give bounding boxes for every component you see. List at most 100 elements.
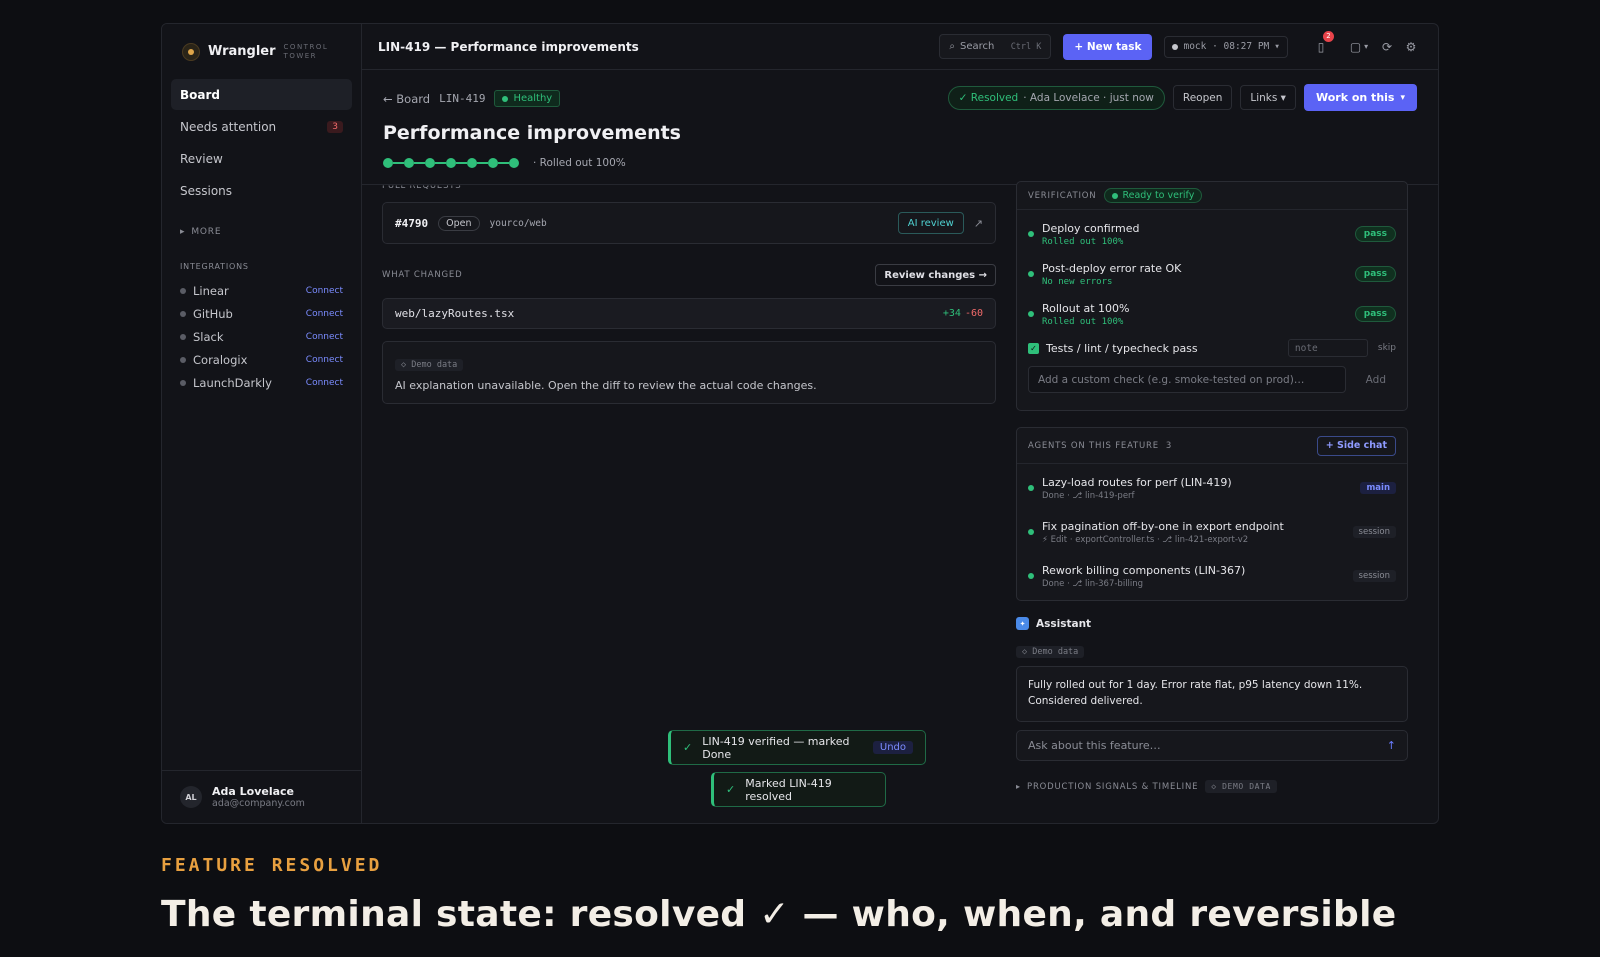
verification-panel: VERIFICATION Ready to verify Deploy conf…	[1016, 181, 1408, 411]
integration-coralogix: Coralogix Connect	[162, 348, 361, 371]
agent-tag: main	[1360, 482, 1396, 494]
connect-linear-link[interactable]: Connect	[306, 286, 343, 296]
sidebar-item-needs-attention[interactable]: Needs attention 3	[171, 111, 352, 142]
integration-linear: Linear Connect	[162, 279, 361, 302]
check-detail: Rolled out 100%	[1042, 316, 1124, 327]
check-title: Deploy confirmed	[1042, 221, 1140, 235]
feature-header: ← Board LIN-419 Healthy ✓ Resolved · Ada …	[362, 70, 1438, 185]
external-link-icon[interactable]: ↗	[974, 217, 983, 230]
integration-name: LaunchDarkly	[193, 375, 272, 390]
agent-tag: session	[1352, 526, 1396, 538]
main-panel: LIN-419 — Performance improvements ⌕ Sear…	[362, 24, 1438, 823]
status-dot-icon	[1028, 485, 1034, 491]
sidebar-item-label: Sessions	[180, 183, 233, 198]
demo-data-badge: ◇ Demo data	[395, 359, 464, 371]
search-shortcut: Ctrl K	[1010, 41, 1042, 52]
refresh-button[interactable]: ⟳	[1376, 36, 1398, 58]
status-dot-icon	[1028, 573, 1034, 579]
connect-github-link[interactable]: Connect	[306, 309, 343, 319]
integration-slack: Slack Connect	[162, 325, 361, 348]
review-changes-button[interactable]: Review changes →	[875, 264, 996, 286]
changed-file-row[interactable]: web/lazyRoutes.tsx +34 -60	[382, 298, 996, 329]
brand-subtitle: CONTROL TOWER	[283, 42, 329, 60]
custom-check-input[interactable]: Add a custom check (e.g. smoke-tested on…	[1028, 366, 1346, 393]
window-title: LIN-419 — Performance improvements	[378, 39, 639, 54]
production-signals-toggle[interactable]: ▸ PRODUCTION SIGNALS & TIMELINE ◇ DEMO D…	[1016, 780, 1408, 793]
agent-detail: ⚡ Edit · exportController.ts · ⎇ lin-421…	[1042, 534, 1249, 545]
ai-explanation-card: ◇ Demo data AI explanation unavailable. …	[382, 341, 996, 404]
sidebar-item-review[interactable]: Review	[171, 143, 352, 174]
breadcrumb: ← Board LIN-419 Healthy	[383, 90, 561, 107]
check-row: Deploy confirmed Rolled out 100% pass	[1017, 214, 1407, 254]
search-button[interactable]: ⌕ Search Ctrl K	[939, 34, 1052, 59]
agent-row[interactable]: Rework billing components (LIN-367) Done …	[1017, 554, 1407, 598]
agents-header: AGENTS ON THIS FEATURE 3 + Side chat	[1017, 428, 1407, 464]
status-dot-icon	[180, 333, 186, 340]
avatar: AL	[180, 786, 202, 808]
status-dot-icon	[180, 356, 186, 363]
user-email: ada@company.com	[212, 798, 305, 809]
refresh-icon: ⟳	[1381, 39, 1393, 54]
progress-connector	[456, 162, 467, 164]
assistant-header: ✦ Assistant	[1016, 617, 1408, 630]
brand: Wrangler CONTROL TOWER	[162, 24, 361, 79]
additions-count: +34	[942, 308, 961, 319]
back-to-board-link[interactable]: ← Board	[383, 92, 430, 106]
demo-data-badge: ◇ Demo data	[1016, 646, 1085, 658]
production-signals-label: PRODUCTION SIGNALS & TIMELINE	[1027, 781, 1199, 792]
settings-button[interactable]: ⚙	[1400, 36, 1422, 58]
checkbox-checked[interactable]: ✓	[1028, 342, 1039, 354]
ask-assistant-input[interactable]: Ask about this feature… ↑	[1016, 730, 1408, 761]
search-label: Search	[960, 41, 995, 52]
skip-link[interactable]: skip	[1378, 343, 1396, 353]
verification-header: VERIFICATION Ready to verify	[1017, 182, 1407, 210]
theme-toggle[interactable]: ▢ ▾	[1348, 36, 1370, 58]
connect-launchdarkly-link[interactable]: Connect	[306, 378, 343, 388]
notifications-button[interactable]: ▯ 2	[1310, 30, 1334, 58]
new-task-button[interactable]: + New task	[1063, 33, 1153, 60]
file-name: web/lazyRoutes.tsx	[395, 307, 515, 320]
sidebar-item-board[interactable]: Board	[171, 79, 352, 110]
caret-right-icon: ▸	[180, 227, 186, 237]
user-profile[interactable]: AL Ada Lovelace ada@company.com	[162, 770, 361, 823]
check-title: Post-deploy error rate OK	[1042, 261, 1182, 275]
toast-verified: ✓ LIN-419 verified — marked Done Undo	[668, 730, 926, 765]
status-dot-icon	[1028, 231, 1034, 237]
status-dot-icon	[1028, 311, 1034, 317]
agent-title: Lazy-load routes for perf (LIN-419)	[1042, 475, 1232, 489]
check-icon: ✓	[726, 783, 736, 796]
topbar: LIN-419 — Performance improvements ⌕ Sear…	[362, 24, 1438, 70]
brand-name: Wrangler	[208, 44, 276, 59]
pull-request-card[interactable]: #4790 Open yourco/web AI review ↗	[382, 202, 996, 244]
progress-step	[425, 158, 435, 168]
undo-button[interactable]: Undo	[872, 741, 913, 754]
note-input[interactable]: note	[1287, 339, 1368, 357]
links-dropdown[interactable]: Links ▾	[1240, 85, 1296, 110]
work-on-this-button[interactable]: Work on this ▾	[1303, 84, 1417, 111]
more-toggle[interactable]: ▸ MORE	[162, 207, 361, 237]
integration-name: GitHub	[193, 306, 233, 321]
notification-count-badge: 2	[1323, 30, 1334, 42]
add-check-button[interactable]: Add	[1356, 374, 1396, 386]
manual-check-label: Tests / lint / typecheck pass	[1046, 341, 1198, 355]
ready-to-verify-badge: Ready to verify	[1104, 188, 1203, 203]
reopen-button[interactable]: Reopen	[1172, 85, 1233, 110]
connect-coralogix-link[interactable]: Connect	[306, 355, 343, 365]
environment-selector[interactable]: mock · 08:27 PM ▾	[1164, 35, 1288, 58]
toast-resolved: ✓ Marked LIN-419 resolved	[711, 772, 886, 807]
pr-number: #4790	[395, 216, 429, 230]
issue-id: LIN-419	[439, 92, 486, 105]
sidebar-item-label: Board	[180, 87, 220, 102]
agent-row[interactable]: Fix pagination off-by-one in export endp…	[1017, 510, 1407, 554]
page-title: Performance improvements	[383, 122, 681, 144]
side-chat-button[interactable]: + Side chat	[1316, 435, 1396, 456]
pr-repo: yourco/web	[489, 217, 547, 229]
agent-row[interactable]: Lazy-load routes for perf (LIN-419) Done …	[1017, 466, 1407, 510]
connect-slack-link[interactable]: Connect	[306, 332, 343, 342]
send-arrow-icon[interactable]: ↑	[1387, 739, 1396, 752]
sidebar-item-sessions[interactable]: Sessions	[171, 175, 352, 206]
ai-review-button[interactable]: AI review	[897, 212, 964, 234]
progress-connector	[414, 162, 425, 164]
assistant-label: Assistant	[1036, 617, 1092, 630]
manual-check-row: ✓ Tests / lint / typecheck pass note ski…	[1017, 334, 1407, 362]
